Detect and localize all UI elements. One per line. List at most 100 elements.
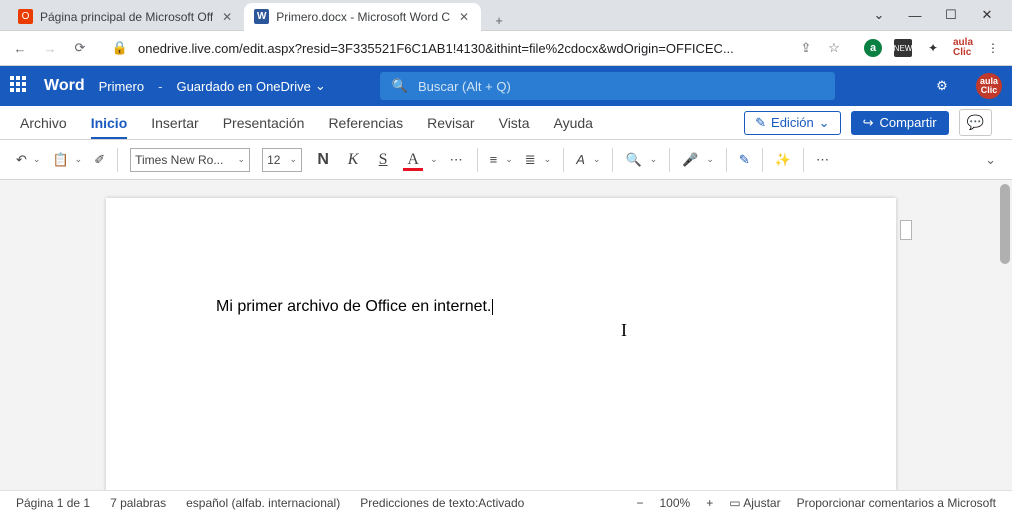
clipboard-icon[interactable]: 📋 [52, 152, 68, 168]
edit-mode-button[interactable]: ✎ Edición ⌄ [744, 111, 840, 135]
comment-icon: 💬 [967, 114, 984, 130]
zoom-out-icon[interactable]: − [636, 496, 643, 510]
browser-tabs: O Página principal de Microsoft Off ✕ W … [0, 0, 854, 31]
minimize-icon[interactable]: — [908, 8, 922, 22]
search-icon: 🔍 [392, 78, 408, 94]
tab-referencias[interactable]: Referencias [328, 115, 403, 131]
tab-insertar[interactable]: Insertar [151, 115, 198, 131]
browser-tab-word[interactable]: W Primero.docx - Microsoft Word C ✕ [244, 3, 481, 31]
bullets-icon[interactable]: ≡ [490, 152, 498, 167]
font-color-button[interactable]: A [404, 151, 422, 169]
share-url-icon[interactable]: ⇪ [796, 38, 816, 58]
extensions-puzzle-icon[interactable]: ✦ [924, 39, 942, 57]
tab-ayuda[interactable]: Ayuda [553, 115, 592, 131]
window-controls: ⌄ — ☐ ✕ [854, 8, 1012, 22]
pencil-icon: ✎ [755, 115, 766, 131]
app-name[interactable]: Word [44, 77, 85, 95]
chevron-down-icon[interactable]: ⌄ [544, 154, 552, 165]
user-avatar[interactable]: aula Clic [976, 73, 1002, 99]
bold-button[interactable]: N [314, 151, 332, 169]
text-caret [492, 299, 493, 315]
reload-icon[interactable]: ⟳ [70, 38, 90, 58]
tab-presentacion[interactable]: Presentación [223, 115, 305, 131]
status-bar: Página 1 de 1 7 palabras español (alfab.… [0, 490, 1012, 514]
chevron-down-icon[interactable]: ⌄ [430, 154, 438, 165]
maximize-icon[interactable]: ☐ [944, 8, 958, 22]
comments-button[interactable]: 💬 [959, 109, 992, 136]
toolbar: ↶⌄ 📋⌄ ✐ Times New Ro...⌄ 12⌄ N K S A⌄ ⋯ … [0, 140, 1012, 180]
tab-archivo[interactable]: Archivo [20, 115, 67, 131]
designer-icon[interactable]: ✨ [775, 152, 791, 168]
font-size-select[interactable]: 12⌄ [262, 148, 302, 172]
chevron-down-icon[interactable]: ⌄ [33, 154, 41, 165]
collapse-ribbon-icon[interactable]: ⌄ [985, 152, 996, 168]
find-icon[interactable]: 🔍 [625, 152, 641, 168]
browser-tab-strip: O Página principal de Microsoft Off ✕ W … [0, 0, 1012, 31]
gear-icon[interactable]: ⚙ [932, 76, 952, 96]
app-launcher-icon[interactable] [10, 76, 30, 96]
ruler-marker[interactable] [900, 220, 912, 240]
chevron-down-icon[interactable]: ⌄ [505, 154, 513, 165]
extension-a-icon[interactable]: a [864, 39, 882, 57]
undo-icon[interactable]: ↶ [16, 152, 27, 168]
browser-address-bar: ← → ⟳ 🔒 onedrive.live.com/edit.aspx?resi… [0, 31, 1012, 66]
word-header: Word Primero - Guardado en OneDrive ⌄ 🔍 … [0, 66, 1012, 106]
search-input[interactable]: 🔍 Buscar (Alt + Q) [380, 72, 835, 100]
ribbon-tabs: Archivo Inicio Insertar Presentación Ref… [0, 106, 1012, 140]
close-icon[interactable]: ✕ [220, 10, 234, 24]
close-window-icon[interactable]: ✕ [980, 8, 994, 22]
document-name[interactable]: Primero [99, 79, 145, 94]
document-text[interactable]: Mi primer archivo de Office en internet. [216, 298, 493, 316]
chevron-down-icon[interactable]: ⌄ [75, 154, 83, 165]
close-icon[interactable]: ✕ [457, 10, 471, 24]
save-status[interactable]: Guardado en OneDrive ⌄ [176, 78, 325, 94]
ibeam-cursor-icon: I [621, 320, 627, 341]
zoom-level[interactable]: 100% [659, 496, 690, 510]
share-label: Compartir [879, 115, 936, 130]
format-painter-icon[interactable]: ✐ [94, 152, 105, 168]
word-count[interactable]: 7 palabras [110, 496, 166, 510]
extension-aulaclic-icon[interactable]: aulaClic [954, 39, 972, 57]
tab-revisar[interactable]: Revisar [427, 115, 474, 131]
url-input[interactable]: 🔒 onedrive.live.com/edit.aspx?resid=3F33… [100, 34, 854, 62]
chevron-down-icon[interactable]: ⌄ [872, 8, 886, 22]
text-predictions-status[interactable]: Predicciones de texto:Activado [360, 496, 524, 510]
browser-tab-office[interactable]: O Página principal de Microsoft Off ✕ [8, 3, 244, 31]
star-icon[interactable]: ☆ [824, 38, 844, 58]
page-count[interactable]: Página 1 de 1 [16, 496, 90, 510]
vertical-scrollbar[interactable] [1000, 184, 1010, 264]
font-family-select[interactable]: Times New Ro...⌄ [130, 148, 250, 172]
office-favicon: O [18, 9, 33, 24]
more-tools-icon[interactable]: ⋯ [816, 152, 831, 168]
styles-icon[interactable]: A [576, 152, 585, 167]
share-button[interactable]: ↪ Compartir [851, 111, 949, 135]
font-size: 12 [267, 153, 280, 167]
lock-icon[interactable]: 🔒 [110, 38, 130, 58]
edit-label: Edición [771, 115, 814, 130]
extension-icons: a NEW ✦ aulaClic ⋮ [864, 39, 1002, 57]
new-tab-button[interactable]: + [489, 11, 509, 31]
dictate-icon[interactable]: 🎤 [682, 152, 698, 168]
chevron-down-icon[interactable]: ⌄ [706, 154, 714, 165]
url-text: onedrive.live.com/edit.aspx?resid=3F3355… [138, 41, 788, 56]
more-formatting-icon[interactable]: ⋯ [450, 152, 465, 168]
tab-vista[interactable]: Vista [499, 115, 530, 131]
chevron-down-icon[interactable]: ⌄ [650, 154, 658, 165]
feedback-link[interactable]: Proporcionar comentarios a Microsoft [797, 496, 996, 510]
font-name: Times New Ro... [135, 153, 223, 167]
extension-new-icon[interactable]: NEW [894, 39, 912, 57]
language-status[interactable]: español (alfab. internacional) [186, 496, 340, 510]
zoom-in-icon[interactable]: + [706, 496, 713, 510]
editor-icon[interactable]: ✎ [739, 152, 750, 168]
browser-menu-icon[interactable]: ⋮ [984, 39, 1002, 57]
share-icon: ↪ [863, 115, 874, 131]
chevron-down-icon[interactable]: ⌄ [593, 154, 601, 165]
back-icon[interactable]: ← [10, 38, 30, 58]
document-page[interactable]: Mi primer archivo de Office en internet.… [106, 198, 896, 490]
underline-button[interactable]: S [374, 151, 392, 169]
italic-button[interactable]: K [344, 151, 362, 169]
tab-inicio[interactable]: Inicio [91, 115, 128, 139]
chevron-down-icon: ⌄ [819, 115, 830, 131]
fit-page-button[interactable]: ▭ Ajustar [729, 496, 780, 510]
numbering-icon[interactable]: ≣ [525, 152, 536, 168]
